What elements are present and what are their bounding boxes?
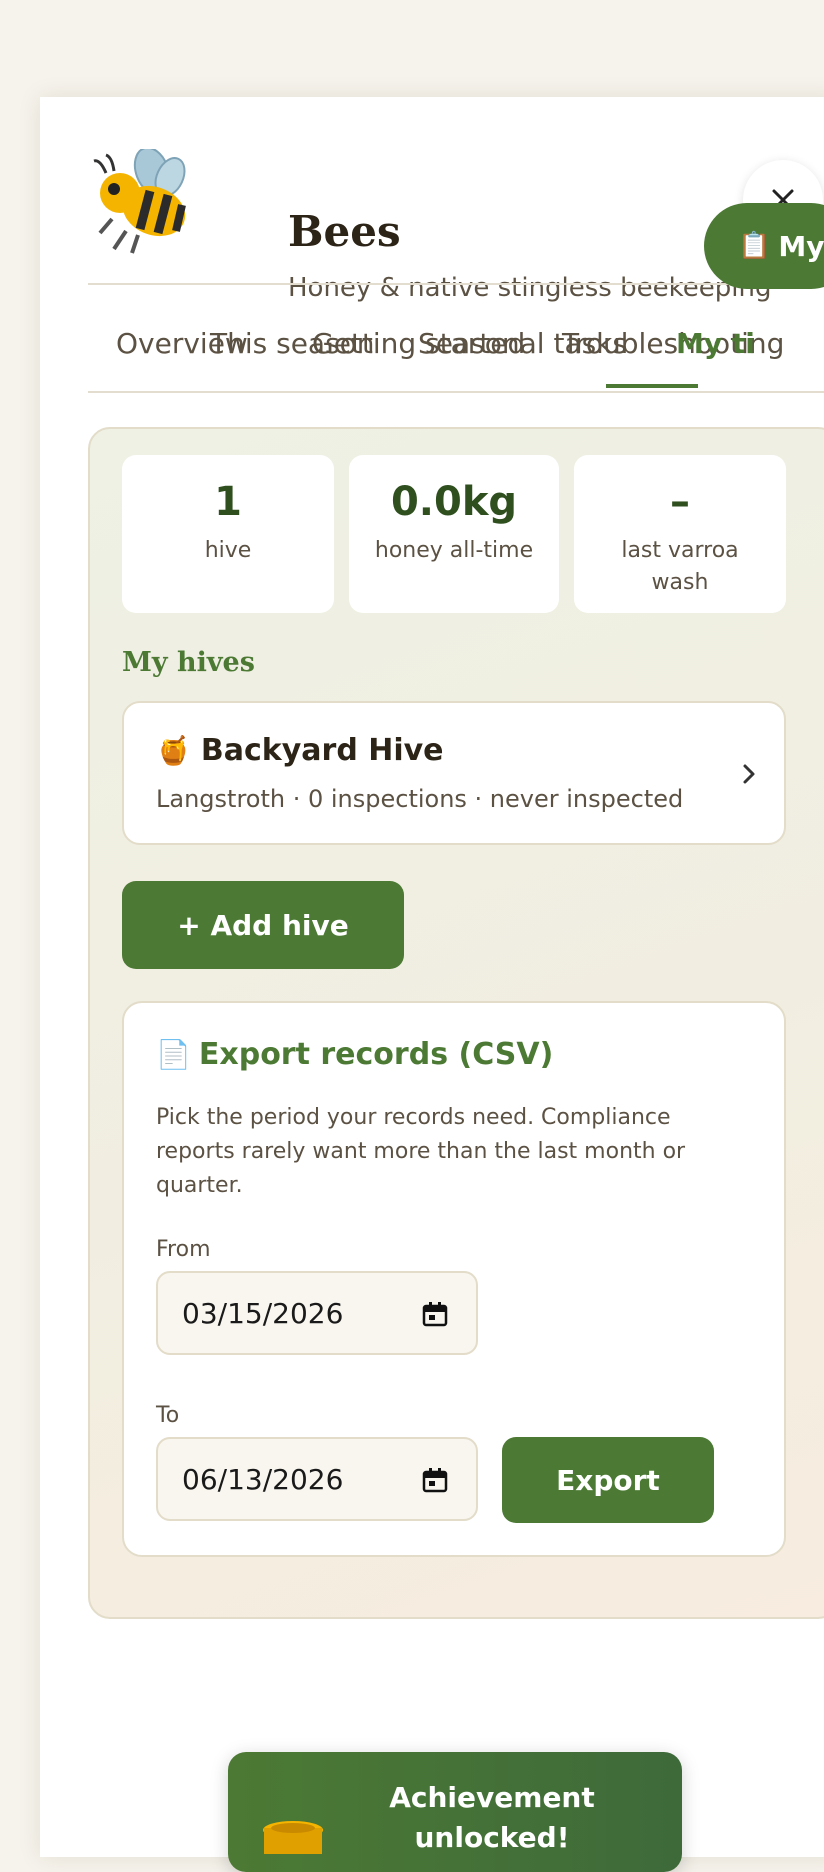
stat-label: honey all-time: [374, 538, 534, 563]
hive-card[interactable]: 🍯 Backyard Hive Langstroth · 0 inspection…: [122, 701, 786, 845]
clipboard-icon: 📋: [738, 231, 771, 261]
my-hives-content: 1 hive 0.0kg honey all-time – last varro…: [88, 427, 824, 1619]
toast-title: Achievement unlocked!: [389, 1781, 595, 1854]
stat-label: last varroa wash: [621, 538, 739, 595]
add-hive-button[interactable]: + Add hive: [122, 881, 404, 969]
to-label: To: [156, 1403, 180, 1428]
export-title: 📄 Export records (CSV): [156, 1037, 553, 1072]
from-date-input[interactable]: 03/15/2026: [156, 1271, 478, 1355]
stat-value: 0.0kg: [390, 479, 518, 525]
export-button[interactable]: Export: [502, 1437, 714, 1523]
achievement-toast[interactable]: Achievement unlocked!: [228, 1752, 682, 1872]
chevron-right-icon: [743, 764, 755, 784]
stat-card-hives: 1 hive: [122, 455, 334, 613]
calendar-icon: [422, 1468, 448, 1493]
to-date-value: 06/13/2026: [182, 1462, 344, 1496]
document-icon: 📄: [156, 1038, 191, 1071]
hive-name: Backyard Hive: [200, 733, 444, 768]
stat-value: –: [670, 479, 690, 525]
from-label: From: [156, 1237, 211, 1262]
calendar-icon: [422, 1302, 448, 1327]
hive-title: 🍯 Backyard Hive: [156, 733, 444, 768]
bee-icon: [93, 149, 186, 254]
bees-panel: Bees Honey & native stingless beekeeping…: [40, 97, 824, 1857]
from-date-value: 03/15/2026: [182, 1296, 344, 1330]
hive-meta: Langstroth · 0 inspections · never inspe…: [156, 785, 684, 813]
section-heading-my-hives: My hives: [122, 647, 255, 678]
tab-my-tips[interactable]: My ti: [676, 327, 755, 360]
honey-pot-icon: [263, 1821, 323, 1854]
header-divider: [88, 283, 742, 285]
stat-card-honey: 0.0kg honey all-time: [349, 455, 559, 613]
stat-label: hive: [204, 538, 252, 563]
pill-label: My: [778, 229, 824, 263]
stat-card-varroa: – last varroa wash: [574, 455, 786, 613]
tab-divider: [88, 391, 824, 393]
active-tab-indicator: [606, 384, 698, 388]
export-description: Pick the period your records need. Compl…: [156, 1105, 686, 1198]
to-date-input[interactable]: 06/13/2026: [156, 1437, 478, 1521]
tab-bar: Overview This season Getting started Sea…: [88, 297, 824, 391]
export-card: 📄 Export records (CSV) Pick the period yo…: [122, 1001, 786, 1557]
my-records-pill-button[interactable]: 📋 My: [704, 203, 824, 289]
stat-value: 1: [214, 479, 242, 525]
page-title: Bees: [288, 207, 401, 256]
honey-pot-icon: 🍯: [156, 734, 191, 767]
export-title-text: Export records (CSV): [198, 1037, 554, 1072]
